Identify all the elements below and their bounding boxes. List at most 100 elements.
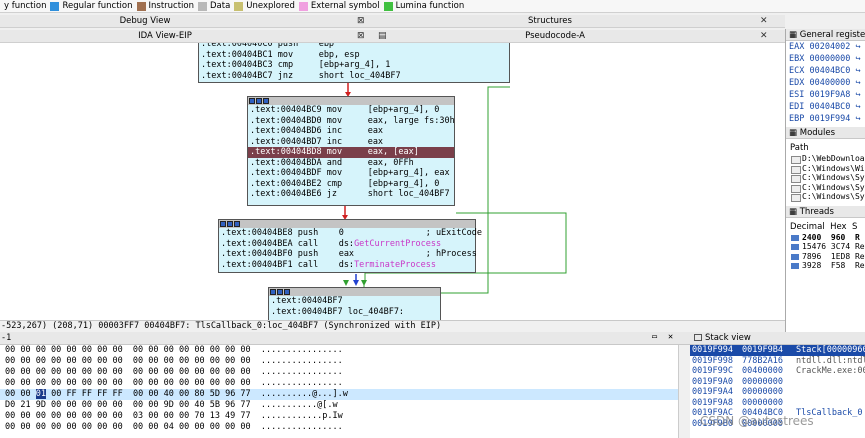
register-row[interactable]: EDI 00404BC0 ↪ T xyxy=(786,101,865,113)
register-row[interactable]: ESI 0019F9A8 ↪ S xyxy=(786,89,865,101)
asm-line[interactable]: .text:00404BE8 push 0 ; uExitCode xyxy=(219,228,482,239)
hex-row[interactable]: 00 00 00 00 00 00 00 00 00 00 00 00 00 0… xyxy=(0,378,690,389)
legend-label: External symbol xyxy=(310,1,380,11)
legend-swatch xyxy=(136,1,146,11)
api-name[interactable]: GetCurrentProcess xyxy=(354,239,441,249)
asm-line[interactable]: .text:00404BDA and eax, 0FFh xyxy=(248,158,454,169)
register-row[interactable]: EDX 00400000 ↪ C xyxy=(786,77,865,89)
stack-comment: Stack[00000960] xyxy=(796,345,865,355)
legend-item: External symbol xyxy=(298,1,380,11)
hex-view[interactable]: 00 00 00 00 00 00 00 00 00 00 00 00 00 0… xyxy=(0,345,690,438)
view-tab-bar: IDA View-EIP ⊠ ▤ Pseudocode-A ✕ xyxy=(0,30,785,43)
asm-line[interactable]: .text:00404BD0 mov eax, large fs:30h xyxy=(248,116,455,127)
register-row[interactable]: ECX 00404BC0 ↪ T xyxy=(786,65,865,77)
thread-column[interactable]: Decimal xyxy=(790,222,830,232)
thread-row[interactable]: 3928 F58 Re xyxy=(786,261,865,271)
thread-column[interactable]: S xyxy=(852,222,857,232)
basic-block-1[interactable]: .text:004040C0 push ebp .text:00404BC1 mo… xyxy=(198,43,510,83)
legend-label: Instruction xyxy=(148,1,195,11)
hex-row[interactable]: 00 00 00 00 00 00 00 00 00 00 00 00 00 0… xyxy=(0,367,690,378)
legend-swatch xyxy=(234,1,244,11)
asm-line[interactable]: .text:00404BE6 jz short loc_404BF7 xyxy=(248,189,454,200)
stack-addr: 0019F9A0 xyxy=(692,376,733,387)
stack-addr: 0019F9A8 xyxy=(692,397,733,408)
stack-row[interactable]: 0019F9A0 00000000 xyxy=(690,377,865,388)
asm-line[interactable]: .text:00404BC1 mov ebp, esp xyxy=(199,50,509,61)
stack-value: 00000000 xyxy=(742,376,783,387)
close-icon[interactable]: ✕ xyxy=(668,332,673,342)
basic-block-2[interactable]: .text:00404BC9 mov [ebp+arg_4], 0 .text:0… xyxy=(247,96,455,206)
basic-block-4[interactable]: .text:00404BF7 .text:00404BF7 loc_404BF7: xyxy=(268,287,441,320)
stack-addr: 0019F994 xyxy=(692,345,733,355)
thread-row[interactable]: 15476 3C74 Re xyxy=(786,242,865,252)
hex-cursor[interactable]: 01 xyxy=(35,389,46,399)
thread-column[interactable]: Hex xyxy=(830,222,852,232)
threads-title: Threads xyxy=(799,206,834,217)
legend-item: y function xyxy=(4,1,46,11)
close-icon[interactable]: ✕ xyxy=(760,16,768,26)
right-panels: ▦ General register EAX 00204002 ↪ T EBX 0… xyxy=(785,29,865,332)
thread-row[interactable]: 7896 1ED8 Re xyxy=(786,252,865,262)
tab-debug-view[interactable]: Debug View xyxy=(80,16,210,26)
asm-line[interactable]: .text:00404BEA call ds:GetCurrentProcess xyxy=(219,239,475,250)
hex-row[interactable]: 00 00 00 00 00 00 00 00 00 00 00 00 00 0… xyxy=(0,356,690,367)
api-name[interactable]: TerminateProcess xyxy=(354,260,436,270)
stack-row[interactable]: 0019F994 0019F9B4 Stack[00000960] xyxy=(690,345,865,356)
asm-line[interactable]: .text:00404BE2 cmp [ebp+arg_4], 0 xyxy=(248,179,454,190)
asm-line[interactable]: .text:00404BC9 mov [ebp+arg_4], 0 xyxy=(248,105,454,116)
tab-pseudocode[interactable]: Pseudocode-A xyxy=(480,31,630,41)
hex-row[interactable]: 00 00 00 00 00 00 00 00 00 00 00 00 00 0… xyxy=(0,345,690,356)
arrow-blue xyxy=(353,280,359,286)
block-icon xyxy=(284,289,290,295)
asm-line[interactable]: .text:00404BDF mov [ebp+arg_4], eax xyxy=(248,168,454,179)
block-icon xyxy=(263,98,269,104)
watermark-text: CSDN @autostrees xyxy=(700,414,814,428)
legend-label: Lumina function xyxy=(395,1,465,11)
asm-line[interactable]: .text:00404BF1 call ds:TerminateProcess xyxy=(219,260,475,271)
register-row[interactable]: EAX 00204002 ↪ T xyxy=(786,41,865,53)
basic-block-3[interactable]: .text:00404BE8 push 0 ; uExitCode .text:0… xyxy=(218,219,482,273)
block-header xyxy=(248,97,454,105)
asm-line[interactable]: .text:00404BF0 push eax ; hProcess xyxy=(219,249,477,260)
ida-graph-view[interactable]: .text:004040C0 push ebp .text:00404BC1 mo… xyxy=(0,43,785,320)
hex-scrollbar[interactable] xyxy=(678,345,690,438)
stack-row[interactable]: 0019F99C 00400000 CrackMe.exe:00 xyxy=(690,366,865,377)
asm-line[interactable]: .text:00404BF7 loc_404BF7: xyxy=(269,307,440,318)
hex-row[interactable]: 00 00 00 00 00 00 00 00 00 00 04 00 00 0… xyxy=(0,422,690,433)
asm-line[interactable]: .text:00404BD6 inc eax xyxy=(248,126,454,137)
asm-line-current[interactable]: .text:00404BD8 mov eax, [eax] xyxy=(248,147,454,158)
register-row[interactable]: EBP 0019F994 ↪ S xyxy=(786,113,865,125)
module-row[interactable]: C:\Windows\SysW xyxy=(786,183,865,192)
stack-addr: 0019F99C xyxy=(692,366,733,376)
legend-item: Unexplored xyxy=(234,1,295,11)
tab-structures[interactable]: Structures xyxy=(460,16,640,26)
pseudocode-icon: ▤ xyxy=(378,31,387,41)
asm-line[interactable]: .text:00404BC3 cmp [ebp+arg_4], 1 xyxy=(199,60,509,71)
threads-icon: ▦ xyxy=(789,206,800,217)
close-icon[interactable]: ⊠ xyxy=(357,16,365,26)
block-icon xyxy=(234,221,240,227)
asm-line[interactable]: .text:00404BD7 inc eax xyxy=(248,137,454,148)
close-icon[interactable]: ✕ xyxy=(760,31,768,41)
hex-row[interactable]: 00 00 01 00 FF FF FF FF 00 00 40 00 80 5… xyxy=(0,389,690,400)
register-row[interactable]: EBX 00000000 ↪ xyxy=(786,53,865,65)
module-row[interactable]: C:\Windows\SysW xyxy=(786,192,865,202)
stack-view-title: Stack view xyxy=(705,333,751,343)
tab-ida-view[interactable]: IDA View-EIP xyxy=(100,31,230,41)
stack-row[interactable]: 0019F9A4 00000000 xyxy=(690,387,865,398)
close-icon[interactable]: ⊠ xyxy=(357,31,365,41)
module-row[interactable]: D:\WebDownloads xyxy=(786,154,865,164)
hex-row[interactable]: 00 00 00 00 00 00 00 00 03 00 00 00 70 1… xyxy=(0,411,690,422)
modules-header: ▦ Modules xyxy=(786,127,865,139)
stack-row[interactable]: 0019F998 778B2A16 ntdll.dll:ntdll xyxy=(690,356,865,367)
modules-path-column[interactable]: Path xyxy=(786,142,865,154)
asm-line[interactable]: .text:00404BC7 jnz short loc_404BF7 xyxy=(199,71,509,82)
module-row[interactable]: C:\Windows\SysW xyxy=(786,173,865,183)
restore-icon[interactable]: ▭ xyxy=(652,332,657,342)
thread-row[interactable]: 2400 960 R xyxy=(786,233,865,243)
module-row[interactable]: C:\Windows\WinS xyxy=(786,164,865,173)
asm-line[interactable]: .text:00404BF7 xyxy=(269,296,440,307)
hex-row[interactable]: D0 21 9D 00 00 00 00 00 00 00 9D 00 40 5… xyxy=(0,400,690,411)
stack-row[interactable]: 0019F9A8 00000000 xyxy=(690,398,865,409)
asm-code: .text:00404BF1 call ds: xyxy=(221,259,355,270)
